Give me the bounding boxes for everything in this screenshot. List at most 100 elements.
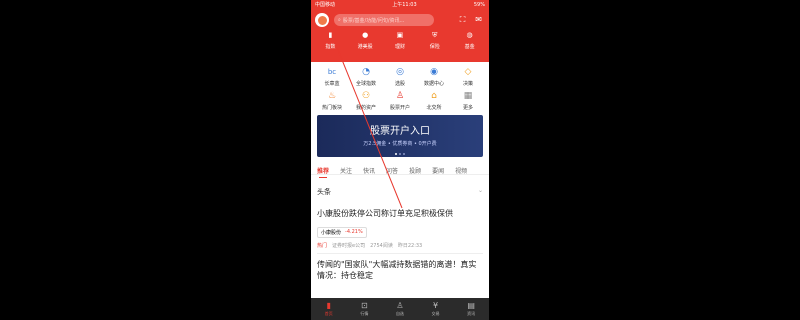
quick-item-finance[interactable]: ▣ 理财 [385, 31, 415, 51]
headline-section: 头条 ⌄ [311, 175, 489, 197]
grid-label: 选股 [394, 81, 405, 87]
article-time: 昨日22:33 [397, 243, 423, 249]
stock-tag[interactable]: 小康股份 -4.21% [317, 227, 367, 238]
grid-label: 长章蓝 [324, 81, 340, 87]
grid-icon: ⌂ [431, 91, 437, 101]
quick-item-fund[interactable]: ◍ 基金 [455, 31, 485, 51]
grid-label: 北交所 [426, 105, 442, 111]
nav-watchlist[interactable]: ♙ 自选 [396, 301, 404, 317]
feature-grid: bc 长章蓝 ◔ 全球指数 ◎ 选股 ◉ 数据中心 ◇ 决策 ♨ 热门板块 ⚇ 我的资产 ♙ 股… [311, 62, 489, 111]
banner-subtitle: 万2.5佣金 • 优质券商 • 0开户费 [363, 141, 437, 147]
clock-text: 上午11:03 [392, 2, 417, 8]
nav-market[interactable]: ⊡ 行情 [360, 301, 368, 317]
quick-item-index[interactable]: ▮ 指数 [315, 31, 345, 51]
grid-label: 股票开户 [389, 105, 410, 111]
tab-news[interactable]: 要闻 [432, 166, 444, 175]
home-icon: ▮ [326, 301, 331, 310]
news-tabs: 推荐 关注 快讯 问答 投顾 要闻 视频 [311, 157, 489, 178]
grid-item[interactable]: ♙ 股票开户 [383, 90, 417, 111]
quick-label: 基金 [464, 44, 475, 50]
yuan-icon: ¥ [433, 301, 439, 310]
quick-label: 保险 [429, 44, 440, 50]
carousel-dots [395, 153, 405, 155]
article-card[interactable]: 小康股份跌停公司称订单充足积极保供 小康股份 -4.21% 热门 证券时报e公司… [311, 197, 489, 254]
scan-icon[interactable]: ⛶ [460, 15, 466, 25]
stock-name: 小康股份 [321, 230, 342, 236]
tab-follow[interactable]: 关注 [340, 166, 352, 175]
phone-screen: 中国移动 上午11:03 59% ⌕ 股票/基金/功能/问句/资讯... ⛶ ✉… [311, 0, 489, 320]
grid-icon: ◔ [362, 67, 370, 77]
message-icon[interactable]: ✉ [475, 15, 482, 25]
nav-label: 交易 [431, 311, 440, 316]
grid-label: 我的资产 [355, 105, 376, 111]
nav-label: 行情 [360, 311, 369, 316]
fund-icon: ◍ [466, 31, 473, 39]
quick-label: 指数 [325, 44, 336, 50]
grid-label: 热门板块 [321, 105, 342, 111]
globe-icon: ● [362, 31, 369, 39]
header: ⌕ 股票/基金/功能/问句/资讯... ⛶ ✉ ▮ 指数 ● 港美股 ▣ 理财 ⛨ 保险… [311, 9, 489, 62]
nav-label: 自选 [395, 311, 404, 316]
quick-item-insurance[interactable]: ⛨ 保险 [420, 31, 450, 51]
grid-label: 决策 [462, 81, 473, 87]
grid-icon: ◎ [396, 67, 404, 77]
grid-item[interactable]: ◇ 决策 [451, 66, 485, 87]
grid-icon: ▦ [463, 91, 473, 101]
article-meta: 热门 证券时报e公司 2754阅读 昨日22:33 [317, 242, 483, 254]
avatar[interactable] [315, 13, 329, 27]
article-source: 证券时报e公司 [332, 243, 366, 249]
tab-recommend[interactable]: 推荐 [317, 166, 329, 178]
insurance-icon: ⛨ [432, 31, 438, 39]
grid-item[interactable]: ⚇ 我的资产 [349, 90, 383, 111]
tab-video[interactable]: 视频 [455, 166, 467, 175]
carrier-text: 中国移动 [315, 2, 336, 8]
grid-icon: ♨ [327, 91, 337, 101]
grid-icon: ⚇ [361, 91, 371, 101]
finance-icon: ▣ [396, 31, 404, 39]
grid-item[interactable]: ♨ 热门板块 [315, 90, 349, 111]
news-icon: ▤ [467, 301, 475, 310]
grid-item[interactable]: bc 长章蓝 [315, 66, 349, 87]
grid-icon: ◉ [430, 67, 438, 77]
grid-label: 全球指数 [355, 81, 376, 87]
index-icon: ▮ [328, 31, 333, 39]
grid-item[interactable]: ◉ 数据中心 [417, 66, 451, 87]
quick-menu: ▮ 指数 ● 港美股 ▣ 理财 ⛨ 保险 ◍ 基金 [311, 31, 489, 51]
grid-item[interactable]: ▦ 更多 [451, 90, 485, 111]
battery-text: 59% [473, 1, 485, 8]
nav-home[interactable]: ▮ 首页 [325, 301, 333, 317]
nav-label: 资讯 [467, 311, 476, 316]
search-placeholder: 股票/基金/功能/问句/资讯... [342, 17, 405, 24]
hot-badge: 热门 [317, 243, 328, 249]
tab-flash[interactable]: 快讯 [363, 166, 375, 175]
grid-label: 更多 [462, 105, 473, 111]
account-open-banner[interactable]: 股票开户入口 万2.5佣金 • 优质券商 • 0开户费 [317, 115, 483, 157]
grid-icon: bc [327, 68, 337, 76]
grid-icon: ◇ [464, 67, 472, 77]
bottom-nav: ▮ 首页 ⊡ 行情 ♙ 自选 ¥ 交易 ▤ 资讯 [311, 298, 489, 320]
article-headline[interactable]: 小康股份跌停公司称订单充足积极保供 [317, 208, 483, 219]
section-title: 头条 [317, 188, 331, 196]
quick-item-hk-us[interactable]: ● 港美股 [350, 31, 380, 51]
chart-icon: ⊡ [361, 301, 368, 310]
tab-advisor[interactable]: 投顾 [409, 166, 421, 175]
quick-label: 港美股 [357, 44, 373, 50]
status-bar: 中国移动 上午11:03 59% [311, 0, 489, 9]
quick-label: 理财 [394, 44, 405, 50]
grid-label: 数据中心 [423, 81, 444, 87]
article-reads: 2754阅读 [370, 243, 393, 249]
article-headline-2[interactable]: 传闻的"国家队"大幅减持数据错的离谱！真实情况：持仓稳定 [311, 254, 489, 281]
chevron-down-icon[interactable]: ⌄ [478, 187, 483, 197]
nav-news[interactable]: ▤ 资讯 [467, 301, 475, 317]
grid-icon: ♙ [395, 91, 405, 101]
banner-title: 股票开户入口 [370, 126, 430, 137]
tab-qa[interactable]: 问答 [386, 166, 398, 175]
search-input[interactable]: ⌕ 股票/基金/功能/问句/资讯... [334, 14, 434, 26]
grid-item[interactable]: ◔ 全球指数 [349, 66, 383, 87]
top-bar: ⌕ 股票/基金/功能/问句/资讯... ⛶ ✉ [311, 9, 489, 31]
nav-label: 首页 [324, 311, 333, 316]
grid-item[interactable]: ◎ 选股 [383, 66, 417, 87]
nav-trade[interactable]: ¥ 交易 [432, 301, 440, 317]
search-icon: ⌕ [338, 17, 341, 23]
grid-item[interactable]: ⌂ 北交所 [417, 90, 451, 111]
